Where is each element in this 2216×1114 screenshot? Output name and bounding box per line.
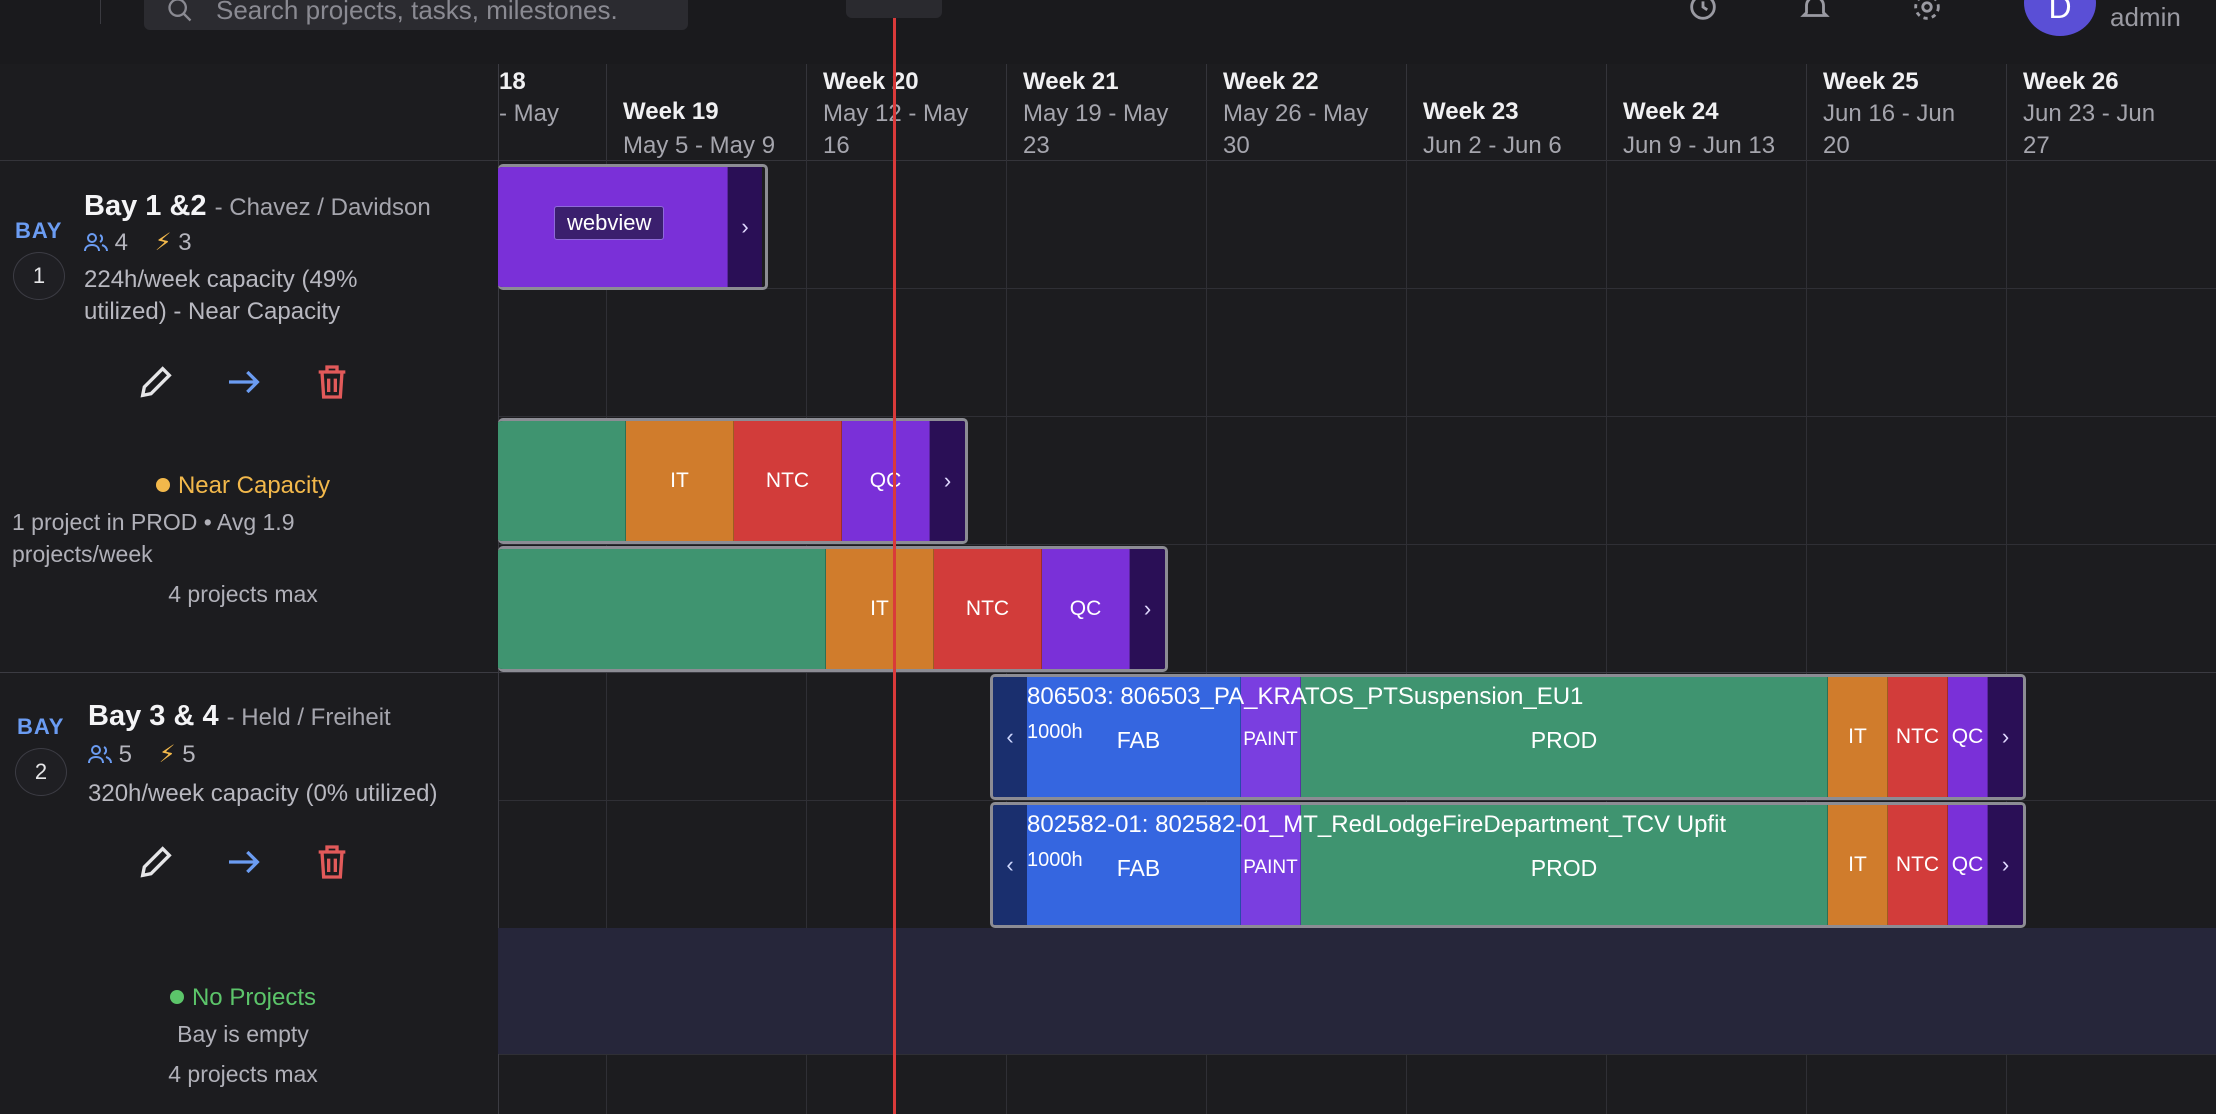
resize-handle[interactable]: › [930,421,965,541]
resize-handle-left[interactable]: ‹ [993,677,1027,797]
week-column-23: Week 23 Jun 2 - Jun 6 [1406,64,1607,160]
status-dot [155,478,170,492]
project-label-chip: webview [554,206,665,240]
trash-icon[interactable] [312,842,352,882]
people-icon [88,745,112,764]
today-line [893,18,896,1114]
bolt-icon: ⚡ [154,229,172,256]
divider [100,0,101,24]
chevron-right-icon: › [2001,852,2010,877]
edit-icon[interactable] [136,362,176,402]
project-hours: 1000h [1027,849,1083,871]
resize-handle-right[interactable]: › [1988,677,2023,797]
edit-icon[interactable] [136,842,176,882]
status-detail: 1 project in PROD • Avg 1.9 projects/wee… [12,509,295,567]
phase-ntc: NTC [1888,677,1948,797]
phase-it: IT [626,421,734,541]
bay-title: Bay 3 & 4 - Held / Freiheit [88,700,391,732]
resize-handle-left[interactable]: ‹ [993,805,1027,925]
bay-label: BAY [15,218,63,243]
resize-handle[interactable]: › [1130,549,1165,669]
resize-handle-right[interactable]: › [1988,805,2023,925]
phase-prod [498,421,626,541]
timeline-header: 18 - May Week 19 May 5 - May 9 Week 20 M… [0,64,2216,161]
chevron-left-icon: ‹ [1006,852,1014,877]
phase-qc: QC [1042,549,1130,669]
bay-number-badge: 2 [15,748,67,796]
bay-stats: 4 ⚡ 3 [84,228,192,257]
status-max: 4 projects max [168,1061,318,1087]
user-role: admin [2110,2,2181,32]
phase-qc: QC [842,421,930,541]
today-marker-cap [846,0,942,18]
status-max: 4 projects max [168,581,318,607]
capacity-text: 320h/week capacity (0% utilized) [88,780,438,807]
search-icon [168,0,192,22]
phase-it: IT [826,549,934,669]
bay-label: BAY [17,714,65,739]
week-column-22: Week 22 May 26 - May 30 [1206,64,1407,160]
status-dot [169,990,184,1004]
phase-ntc: NTC [734,421,842,541]
top-bar: Search projects, tasks, milestones. D ad… [0,0,2216,65]
bay-number-badge: 1 [13,252,65,300]
row-line [498,1054,2216,1055]
chevron-right-icon: › [1143,596,1152,621]
power-count: 5 [182,741,196,768]
bay-status: Near Capacity [0,472,486,500]
resize-handle[interactable]: › [728,167,762,287]
week-column-19: Week 19 May 5 - May 9 [606,64,807,160]
week-column-25: Week 25 Jun 16 - Jun 20 [1806,64,2007,160]
bay-stats: 5 ⚡ 5 [88,740,196,769]
project-bar-row3[interactable]: IT NTC QC › [498,546,1168,672]
project-title: 806503: 806503_PA_KRATOS_PTSuspension_EU… [1027,683,1584,710]
project-hours: 1000h [1027,721,1083,743]
arrow-right-icon[interactable] [224,362,264,402]
phase-qc: QC [1948,677,1988,797]
bolt-icon: ⚡ [158,741,176,768]
phase-qc: QC [1948,805,1988,925]
trash-icon[interactable] [312,362,352,402]
capacity-text: 224h/week capacity (49% utilized) - Near… [84,266,358,325]
people-count: 4 [114,229,129,256]
row-line [498,544,2216,545]
phase-prod [498,549,826,669]
avatar[interactable]: D [2024,0,2096,36]
row-line [498,800,2216,801]
bay-title: Bay 1 &2 - Chavez / Davidson [84,190,431,222]
chevron-left-icon: ‹ [1006,724,1014,749]
people-icon [84,233,108,252]
week-column-18: 18 - May [498,64,607,160]
gear-icon[interactable] [1910,0,1944,24]
bay-status: No Projects [0,984,486,1012]
project-bar-802582[interactable]: ‹ FAB PAINT PROD IT NTC QC › 802582-01: … [990,802,2026,928]
phase-it: IT [1828,805,1888,925]
status-detail: Bay is empty [177,1021,309,1047]
chevron-right-icon: › [943,468,952,493]
week-column-24: Week 24 Jun 9 - Jun 13 [1606,64,1807,160]
week-column-20: Week 20 May 12 - May 16 [806,64,1007,160]
week-column-21: Week 21 May 19 - May 23 [1006,64,1207,160]
bell-icon[interactable] [1798,0,1832,24]
bay-divider [0,672,2216,673]
phase-ntc: NTC [934,549,1042,669]
search-input[interactable]: Search projects, tasks, milestones. [144,0,688,30]
row-line [498,416,2216,417]
people-count: 5 [118,741,133,768]
phase-it: IT [1828,677,1888,797]
project-title: 802582-01: 802582-01_MT_RedLodgeFireDepa… [1027,811,1727,838]
project-bar-806503[interactable]: ‹ FAB PAINT PROD IT NTC QC › 806503: 806… [990,674,2026,800]
history-icon[interactable] [1686,0,1720,24]
chevron-right-icon: › [2001,724,2010,749]
power-count: 3 [178,229,192,256]
phase-ntc: NTC [1888,805,1948,925]
project-bar-row2[interactable]: IT NTC QC › [498,418,968,544]
chevron-right-icon: › [741,214,749,239]
empty-bay-row [498,928,2216,1054]
search-placeholder: Search projects, tasks, milestones. [216,0,618,25]
arrow-right-icon[interactable] [224,842,264,882]
week-column-26: Week 26 Jun 23 - Jun 27 [2006,64,2216,160]
